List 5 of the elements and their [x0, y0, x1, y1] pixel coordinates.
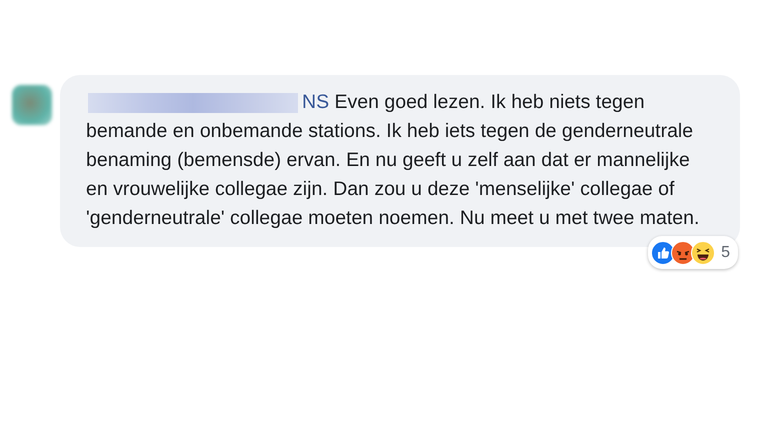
reaction-count: 5	[721, 243, 730, 263]
mention-link[interactable]: NS	[302, 91, 330, 113]
reactions-badge[interactable]: 5	[648, 236, 738, 269]
avatar-placeholder	[12, 85, 52, 125]
laughing-face-icon	[691, 240, 716, 264]
